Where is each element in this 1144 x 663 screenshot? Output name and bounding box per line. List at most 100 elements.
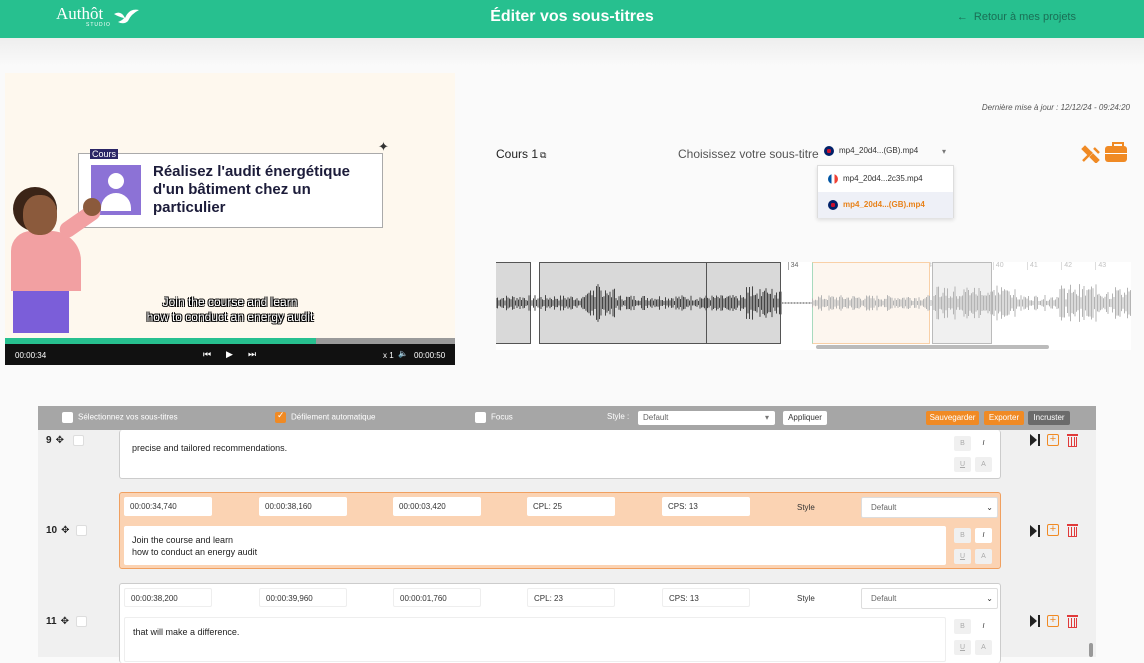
cpl-field: CPL: 23 <box>527 588 615 607</box>
video-controls: 00:00:34 ⏮ ▶ ⏭ x 1 🔈 00:00:50 <box>5 344 455 365</box>
dropdown-option-gb[interactable]: mp4_20d4...(GB).mp4 <box>818 192 953 218</box>
delete-icon[interactable] <box>1067 615 1078 628</box>
add-subtitle-icon[interactable]: + <box>1047 615 1059 627</box>
briefcase-icon[interactable] <box>1105 142 1127 162</box>
row-number: 9 ✥ <box>46 435 64 446</box>
arrow-left-icon: ← <box>956 11 968 23</box>
waveform[interactable]: 262728293031323334353637383940414243 <box>496 262 1131 350</box>
subtitle-select[interactable]: mp4_20d4...(GB).mp4 ▾ <box>824 146 952 160</box>
bold-button[interactable]: B <box>954 619 971 634</box>
color-button[interactable]: A <box>975 457 992 472</box>
subtitle-dropdown: mp4_20d4...2c35.mp4 mp4_20d4...(GB).mp4 <box>817 165 954 218</box>
row-number: 11 ✥ <box>46 616 69 627</box>
italic-button[interactable]: I <box>975 619 992 634</box>
gb-flag-icon <box>828 199 838 210</box>
editor-scrollbar[interactable] <box>1089 643 1093 657</box>
dropdown-option-fr[interactable]: mp4_20d4...2c35.mp4 <box>818 166 953 192</box>
cps-field: CPS: 13 <box>662 588 750 607</box>
italic-button[interactable]: I <box>975 436 992 451</box>
auto-scroll-checkbox[interactable]: Défilement automatique <box>275 410 376 423</box>
underline-button[interactable]: U <box>954 549 971 564</box>
subtitle-card-9: precise and tailored recommendations. B … <box>119 430 1001 479</box>
underline-button[interactable]: U <box>954 640 971 655</box>
cpl-field: CPL: 25 <box>527 497 615 516</box>
style-select[interactable]: Default ▾ <box>638 411 775 425</box>
illustration-face <box>23 195 57 235</box>
underline-button[interactable]: U <box>954 457 971 472</box>
delete-icon[interactable] <box>1067 434 1078 447</box>
chevron-down-icon: ▾ <box>764 413 769 422</box>
chevron-down-icon: ⌄ <box>986 503 993 512</box>
back-to-projects-link[interactable]: ← Retour à mes projets <box>957 11 1082 23</box>
color-button[interactable]: A <box>975 549 992 564</box>
move-icon[interactable]: ✥ <box>61 616 69 627</box>
end-time-field[interactable]: 00:00:39,960 <box>259 588 347 607</box>
add-subtitle-icon[interactable]: + <box>1047 434 1059 446</box>
illustration-body <box>11 231 81 291</box>
course-title: Réalisez l'audit énergétique d'un bâtime… <box>153 163 350 216</box>
subtitle-editor: Sélectionnez vos sous-titres Défilement … <box>38 406 1096 663</box>
course-name: Cours 1 ⧉ <box>496 147 547 161</box>
chevron-down-icon: ▾ <box>941 147 946 156</box>
duration: 00:00:50 <box>414 351 446 360</box>
tools-icon[interactable] <box>1081 145 1101 164</box>
video-subtitle: Join the course and learn how to conduct… <box>146 295 314 324</box>
illustration-hand <box>83 198 101 216</box>
gb-flag-icon <box>824 146 834 156</box>
add-subtitle-icon[interactable]: + <box>1047 524 1059 536</box>
row-number: 10 ✥ <box>46 525 70 536</box>
row-style-select[interactable]: Default ⌄ <box>861 497 998 518</box>
cps-field: CPS: 13 <box>662 497 750 516</box>
start-time-field[interactable]: 00:00:38,200 <box>124 588 212 607</box>
focus-checkbox[interactable]: Focus <box>475 412 513 423</box>
move-icon[interactable]: ✥ <box>56 435 64 446</box>
color-button[interactable]: A <box>975 640 992 655</box>
row-style-select[interactable]: Default ⌄ <box>861 588 998 609</box>
select-all-checkbox[interactable]: Sélectionnez vos sous-titres <box>62 412 178 423</box>
delete-icon[interactable] <box>1067 524 1078 537</box>
play-segment-icon[interactable] <box>1030 615 1040 627</box>
choose-subtitle-label: Choisissez votre sous-titre <box>678 147 819 161</box>
sparkle-icon: ✦ <box>378 139 389 154</box>
row-checkbox[interactable] <box>73 435 84 446</box>
video-player[interactable]: Cours Réalisez l'audit énergétique d'un … <box>5 73 455 365</box>
waveform-scrollbar[interactable] <box>816 345 1049 349</box>
play-icon[interactable]: ▶ <box>226 349 233 360</box>
subtitle-text[interactable]: that will make a difference. <box>124 617 946 662</box>
apply-button[interactable]: Appliquer <box>783 411 827 425</box>
play-segment-icon[interactable] <box>1030 434 1040 446</box>
embed-button[interactable]: Incruster <box>1028 411 1070 425</box>
style-label: Style <box>797 594 815 603</box>
move-icon[interactable]: ✥ <box>61 525 69 536</box>
volume-icon[interactable]: 🔈 <box>398 349 408 358</box>
skip-back-icon[interactable]: ⏮ <box>203 349 211 360</box>
top-bar: Authôt STUDIO Éditer vos sous-titres ← Re… <box>0 0 1144 38</box>
chevron-down-icon: ⌄ <box>986 594 993 603</box>
italic-button[interactable]: I <box>975 528 992 543</box>
play-segment-icon[interactable] <box>1030 525 1040 537</box>
skip-forward-icon[interactable]: ⏭ <box>248 349 256 360</box>
duration-field[interactable]: 00:00:01,760 <box>393 588 481 607</box>
playback-speed[interactable]: x 1 <box>383 351 394 360</box>
subtitle-card-11: 00:00:38,200 00:00:39,960 00:00:01,760 C… <box>119 583 1001 663</box>
copy-icon[interactable]: ⧉ <box>540 150 546 160</box>
current-time: 00:00:34 <box>15 351 47 360</box>
course-tag: Cours <box>90 149 119 159</box>
bold-button[interactable]: B <box>954 528 971 543</box>
start-time-field[interactable]: 00:00:34,740 <box>124 497 212 516</box>
style-label: Style <box>797 503 815 512</box>
save-button[interactable]: Sauvegarder <box>926 411 979 425</box>
export-button[interactable]: Exporter <box>984 411 1024 425</box>
bold-button[interactable]: B <box>954 436 971 451</box>
subtitle-text[interactable]: precise and tailored recommendations. <box>124 434 946 474</box>
end-time-field[interactable]: 00:00:38,160 <box>259 497 347 516</box>
duration-field[interactable]: 00:00:03,420 <box>393 497 481 516</box>
sub-bar <box>0 38 1144 66</box>
waveform-graph <box>496 262 1131 344</box>
fr-flag-icon <box>828 173 838 184</box>
row-checkbox[interactable] <box>76 616 87 627</box>
last-update: Dernière mise à jour : 12/12/24 - 09:24:… <box>981 103 1130 112</box>
row-checkbox[interactable] <box>76 525 87 536</box>
subtitle-text[interactable]: Join the course and learn how to conduct… <box>124 526 946 565</box>
style-label: Style : <box>607 412 630 421</box>
